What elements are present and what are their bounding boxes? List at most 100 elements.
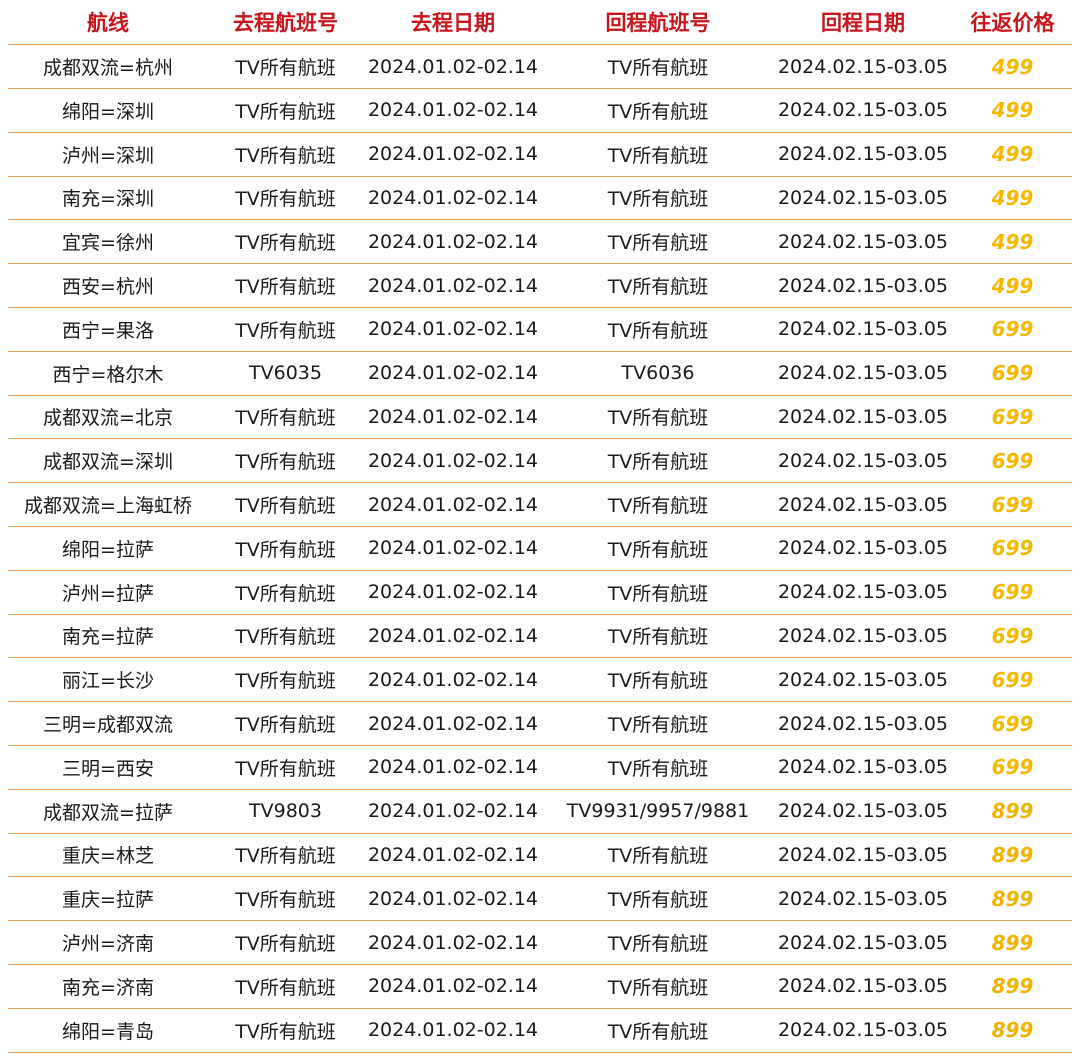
outbound-date-cell: 2024.01.02-02.14: [367, 800, 539, 823]
return-flight-cell: TV所有航班: [607, 714, 709, 736]
route-cell: 泸州=拉萨: [62, 582, 154, 605]
route-cell: 西宁=果洛: [62, 319, 154, 342]
return-flight-cell: TV所有航班: [607, 1020, 709, 1043]
outbound-flight-cell: TV所有航班: [235, 538, 336, 561]
return-date-cell: 2024.02.15-03.05: [777, 186, 949, 209]
return-date-cell: 2024.02.15-03.05: [777, 274, 949, 297]
price-cell: 699: [991, 580, 1034, 605]
table-row: 成都双流=拉萨 TV9803 2024.01.02-02.14 TV9931/9957…: [8, 790, 1072, 834]
return-date-cell: 2024.02.15-03.05: [777, 581, 949, 604]
route-cell: 三明=成都双流: [43, 714, 173, 736]
table-row: 绵阳=拉萨 TV所有航班 2024.01.02-02.14 TV所有航班 2024.02…: [8, 527, 1072, 571]
outbound-date-cell: 2024.01.02-02.14: [367, 668, 539, 691]
return-flight-cell: TV所有航班: [607, 495, 709, 517]
outbound-date-cell: 2024.01.02-02.14: [367, 274, 539, 297]
fare-table: 航线 去程航班号 去程日期 回程航班号 回程日期 往返价格 成都双流=杭州 TV所…: [0, 0, 1080, 1061]
return-date-cell: 2024.02.15-03.05: [777, 624, 949, 647]
table-row: 绵阳=青岛 TV所有航班 2024.01.02-02.14 TV所有航班 2024.02…: [8, 1009, 1072, 1053]
price-cell: 699: [991, 404, 1034, 429]
route-cell: 南充=拉萨: [62, 626, 154, 649]
return-flight-cell: TV所有航班: [607, 276, 709, 298]
return-date-cell: 2024.02.15-03.05: [777, 800, 949, 823]
return-flight-cell: TV所有航班: [607, 100, 709, 123]
route-cell: 成都双流=拉萨: [43, 801, 173, 824]
route-cell: 绵阳=青岛: [62, 1020, 154, 1043]
table-row: 西宁=格尔木 TV6035 2024.01.02-02.14 TV6036 2024.0…: [8, 352, 1072, 396]
outbound-flight-cell: TV所有航班: [235, 495, 336, 517]
return-date-cell: 2024.02.15-03.05: [777, 449, 949, 472]
outbound-flight-cell: TV所有航班: [235, 319, 336, 342]
outbound-date-cell: 2024.01.02-02.14: [367, 143, 539, 166]
return-flight-cell: TV所有航班: [607, 319, 709, 342]
route-cell: 丽江=长沙: [62, 670, 154, 693]
outbound-date-cell: 2024.01.02-02.14: [367, 887, 539, 910]
outbound-date-cell: 2024.01.02-02.14: [367, 230, 539, 253]
outbound-flight-cell: TV所有航班: [235, 276, 336, 298]
return-flight-cell: TV所有航班: [607, 976, 709, 999]
route-cell: 重庆=林芝: [62, 845, 154, 868]
return-flight-cell: TV所有航班: [607, 57, 709, 79]
return-date-cell: 2024.02.15-03.05: [777, 318, 949, 341]
return-date-cell: 2024.02.15-03.05: [777, 99, 949, 122]
outbound-flight-cell: TV所有航班: [235, 582, 336, 605]
return-date-cell: 2024.02.15-03.05: [777, 756, 949, 779]
outbound-date-cell: 2024.01.02-02.14: [367, 55, 539, 78]
outbound-date-cell: 2024.01.02-02.14: [367, 362, 539, 385]
return-date-cell: 2024.02.15-03.05: [777, 493, 949, 516]
route-cell: 泸州=济南: [62, 933, 154, 955]
header-outbound-date: 去程日期: [411, 11, 495, 35]
route-cell: 西安=杭州: [62, 276, 154, 298]
price-cell: 499: [991, 273, 1034, 298]
price-cell: 499: [991, 54, 1034, 79]
outbound-flight-cell: TV所有航班: [235, 232, 336, 255]
outbound-flight-cell: TV所有航班: [235, 188, 336, 211]
table-row: 南充=济南 TV所有航班 2024.01.02-02.14 TV所有航班 2024.02…: [8, 965, 1072, 1009]
outbound-flight-cell: TV6035: [249, 362, 322, 385]
return-date-cell: 2024.02.15-03.05: [777, 887, 949, 910]
price-cell: 699: [991, 448, 1034, 473]
table-row: 三明=成都双流 TV所有航班 2024.01.02-02.14 TV所有航班 2024.…: [8, 702, 1072, 746]
table-header: 航线 去程航班号 去程日期 回程航班号 回程日期 往返价格: [8, 0, 1072, 45]
outbound-date-cell: 2024.01.02-02.14: [367, 624, 539, 647]
price-cell: 499: [991, 185, 1034, 210]
header-return-flight: 回程航班号: [605, 11, 711, 35]
return-date-cell: 2024.02.15-03.05: [777, 143, 949, 166]
return-flight-cell: TV所有航班: [607, 582, 709, 605]
outbound-date-cell: 2024.01.02-02.14: [367, 537, 539, 560]
outbound-date-cell: 2024.01.02-02.14: [367, 843, 539, 866]
route-cell: 成都双流=上海虹桥: [24, 495, 192, 517]
route-cell: 重庆=拉萨: [62, 889, 154, 912]
route-cell: 三明=西安: [62, 757, 154, 780]
table-row: 南充=拉萨 TV所有航班 2024.01.02-02.14 TV所有航班 2024.02…: [8, 614, 1072, 659]
return-flight-cell: TV9931/9957/9881: [566, 800, 750, 823]
table-row: 丽江=长沙 TV所有航班 2024.01.02-02.14 TV所有航班 2024.02…: [8, 658, 1072, 703]
price-cell: 699: [991, 623, 1034, 648]
return-flight-cell: TV所有航班: [607, 933, 709, 955]
return-date-cell: 2024.02.15-03.05: [777, 931, 949, 954]
price-cell: 899: [991, 842, 1034, 867]
return-flight-cell: TV所有航班: [607, 144, 709, 167]
price-cell: 699: [991, 711, 1034, 736]
return-date-cell: 2024.02.15-03.05: [777, 668, 949, 691]
outbound-date-cell: 2024.01.02-02.14: [367, 99, 539, 122]
return-date-cell: 2024.02.15-03.05: [777, 1019, 949, 1042]
return-date-cell: 2024.02.15-03.05: [777, 55, 949, 78]
return-flight-cell: TV6036: [621, 362, 695, 385]
return-date-cell: 2024.02.15-03.05: [777, 362, 949, 385]
price-cell: 699: [991, 361, 1034, 386]
return-flight-cell: TV所有航班: [607, 626, 709, 649]
outbound-flight-cell: TV9803: [249, 800, 322, 823]
price-cell: 699: [991, 492, 1034, 517]
return-date-cell: 2024.02.15-03.05: [777, 405, 949, 428]
price-cell: 499: [991, 142, 1034, 167]
outbound-date-cell: 2024.01.02-02.14: [367, 756, 539, 779]
table-row: 成都双流=杭州 TV所有航班 2024.01.02-02.14 TV所有航班 2024.…: [8, 45, 1072, 89]
header-round-trip-price: 往返价格: [970, 11, 1055, 35]
table-row: 泸州=拉萨 TV所有航班 2024.01.02-02.14 TV所有航班 2024.02…: [8, 571, 1072, 615]
outbound-date-cell: 2024.01.02-02.14: [367, 493, 539, 516]
price-cell: 899: [991, 930, 1034, 955]
route-cell: 西宁=格尔木: [52, 363, 164, 386]
return-flight-cell: TV所有航班: [607, 407, 709, 430]
table-row: 西安=杭州 TV所有航班 2024.01.02-02.14 TV所有航班 2024.02…: [8, 264, 1072, 308]
route-cell: 南充=济南: [62, 976, 154, 999]
